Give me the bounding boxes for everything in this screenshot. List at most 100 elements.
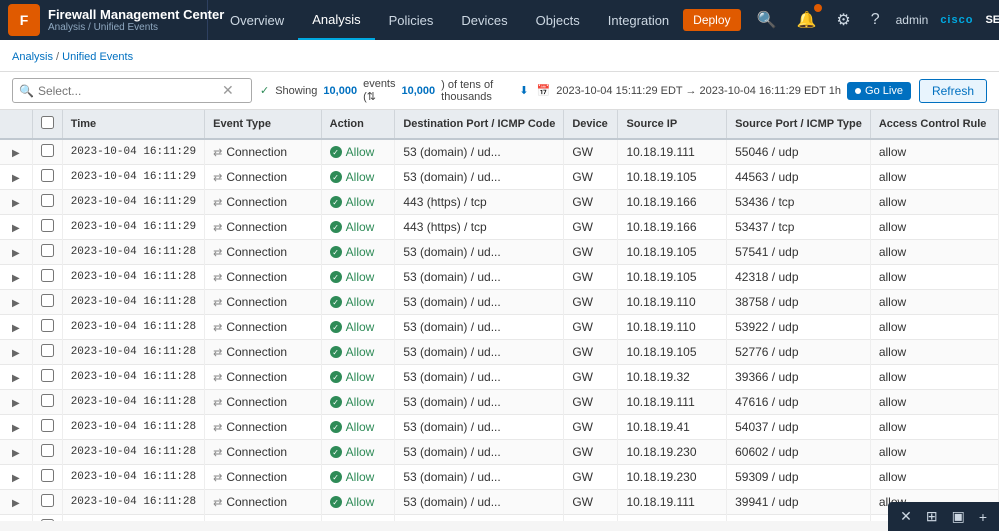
row-checkbox[interactable] <box>41 394 54 407</box>
checkbox-cell[interactable] <box>32 139 62 165</box>
row-checkbox[interactable] <box>41 244 54 257</box>
expand-arrow[interactable]: ▶ <box>8 144 24 163</box>
nav-link-integration[interactable]: Integration <box>594 0 683 40</box>
checkbox-cell[interactable] <box>32 290 62 315</box>
expand-arrow[interactable]: ▶ <box>8 444 24 463</box>
search-clear-icon[interactable]: ✕ <box>222 82 234 99</box>
expand-cell[interactable]: ▶ <box>0 415 32 440</box>
expand-cell[interactable]: ▶ <box>0 240 32 265</box>
nav-link-objects[interactable]: Objects <box>522 0 594 40</box>
checkbox-cell[interactable] <box>32 490 62 515</box>
expand-arrow[interactable]: ▶ <box>8 344 24 363</box>
row-checkbox[interactable] <box>41 344 54 357</box>
expand-arrow[interactable]: ▶ <box>8 319 24 338</box>
expand-arrow[interactable]: ▶ <box>8 519 24 521</box>
expand-arrow[interactable]: ▶ <box>8 294 24 313</box>
go-live-button[interactable]: Go Live <box>847 82 911 100</box>
checkbox-cell[interactable] <box>32 190 62 215</box>
expand-cell[interactable]: ▶ <box>0 139 32 165</box>
expand-arrow[interactable]: ▶ <box>8 169 24 188</box>
expand-cell[interactable]: ▶ <box>0 465 32 490</box>
col-sport-header[interactable]: Source Port / ICMP Type <box>727 110 871 139</box>
expand-cell[interactable]: ▶ <box>0 165 32 190</box>
status-showing: Showing <box>275 85 317 97</box>
row-checkbox[interactable] <box>41 369 54 382</box>
row-checkbox[interactable] <box>41 294 54 307</box>
checkbox-cell[interactable] <box>32 515 62 522</box>
breadcrumb-analysis[interactable]: Analysis <box>12 51 53 63</box>
notifications-badge[interactable]: 🔔 <box>792 6 820 34</box>
srcip-cell: 10.18.19.41 <box>618 415 727 440</box>
checkbox-cell[interactable] <box>32 365 62 390</box>
checkbox-cell[interactable] <box>32 165 62 190</box>
download-icon[interactable]: ⬇ <box>519 84 528 97</box>
row-checkbox[interactable] <box>41 519 54 521</box>
search-input[interactable] <box>38 84 218 98</box>
col-srcip-header[interactable]: Source IP <box>618 110 727 139</box>
refresh-button[interactable]: Refresh <box>919 79 987 103</box>
select-all-checkbox[interactable] <box>41 116 54 129</box>
expand-cell[interactable]: ▶ <box>0 190 32 215</box>
nav-link-policies[interactable]: Policies <box>375 0 448 40</box>
checkbox-cell[interactable] <box>32 440 62 465</box>
row-checkbox[interactable] <box>41 144 54 157</box>
expand-cell[interactable]: ▶ <box>0 265 32 290</box>
row-checkbox[interactable] <box>41 469 54 482</box>
checkbox-cell[interactable] <box>32 265 62 290</box>
bottom-add-icon[interactable]: + <box>975 507 991 527</box>
col-device-header[interactable]: Device <box>564 110 618 139</box>
nav-link-overview[interactable]: Overview <box>216 0 298 40</box>
row-checkbox[interactable] <box>41 319 54 332</box>
checkbox-cell[interactable] <box>32 215 62 240</box>
help-icon-btn[interactable]: ? <box>867 7 884 33</box>
bottom-close-icon[interactable]: ✕ <box>896 506 916 527</box>
checkbox-cell[interactable] <box>32 315 62 340</box>
row-checkbox[interactable] <box>41 494 54 507</box>
row-checkbox[interactable] <box>41 269 54 282</box>
col-etype-header[interactable]: Event Type <box>205 110 322 139</box>
checkbox-cell[interactable] <box>32 415 62 440</box>
expand-cell[interactable]: ▶ <box>0 290 32 315</box>
expand-cell[interactable]: ▶ <box>0 340 32 365</box>
expand-arrow[interactable]: ▶ <box>8 219 24 238</box>
col-time-header[interactable]: Time <box>62 110 204 139</box>
deploy-button[interactable]: Deploy <box>683 9 740 31</box>
col-action-header[interactable]: Action <box>321 110 395 139</box>
expand-cell[interactable]: ▶ <box>0 390 32 415</box>
checkbox-cell[interactable] <box>32 465 62 490</box>
expand-cell[interactable]: ▶ <box>0 365 32 390</box>
expand-arrow[interactable]: ▶ <box>8 419 24 438</box>
row-checkbox[interactable] <box>41 444 54 457</box>
expand-cell[interactable]: ▶ <box>0 515 32 522</box>
breadcrumb-unified-events[interactable]: Unified Events <box>62 51 133 63</box>
checkbox-cell[interactable] <box>32 340 62 365</box>
row-checkbox[interactable] <box>41 169 54 182</box>
expand-cell[interactable]: ▶ <box>0 490 32 515</box>
col-dport-header[interactable]: Destination Port / ICMP Code <box>395 110 564 139</box>
admin-button[interactable]: admin <box>896 13 929 27</box>
expand-arrow[interactable]: ▶ <box>8 494 24 513</box>
col-checkbox[interactable] <box>32 110 62 139</box>
expand-arrow[interactable]: ▶ <box>8 369 24 388</box>
checkbox-cell[interactable] <box>32 390 62 415</box>
expand-arrow[interactable]: ▶ <box>8 269 24 288</box>
expand-cell[interactable]: ▶ <box>0 215 32 240</box>
search-icon-btn[interactable]: 🔍 <box>753 6 781 34</box>
row-checkbox[interactable] <box>41 194 54 207</box>
row-checkbox[interactable] <box>41 219 54 232</box>
expand-arrow[interactable]: ▶ <box>8 244 24 263</box>
expand-cell[interactable]: ▶ <box>0 315 32 340</box>
col-acr-header[interactable]: Access Control Rule <box>870 110 998 139</box>
bottom-window-icon[interactable]: ▣ <box>948 506 969 527</box>
nav-link-devices[interactable]: Devices <box>447 0 521 40</box>
expand-arrow[interactable]: ▶ <box>8 194 24 213</box>
expand-arrow[interactable]: ▶ <box>8 469 24 488</box>
settings-icon-btn[interactable]: ⚙ <box>832 6 854 34</box>
search-box[interactable]: 🔍 ✕ <box>12 78 252 103</box>
expand-cell[interactable]: ▶ <box>0 440 32 465</box>
checkbox-cell[interactable] <box>32 240 62 265</box>
expand-arrow[interactable]: ▶ <box>8 394 24 413</box>
nav-link-analysis[interactable]: Analysis <box>298 0 374 40</box>
row-checkbox[interactable] <box>41 419 54 432</box>
bottom-grid-icon[interactable]: ⊞ <box>922 506 942 527</box>
